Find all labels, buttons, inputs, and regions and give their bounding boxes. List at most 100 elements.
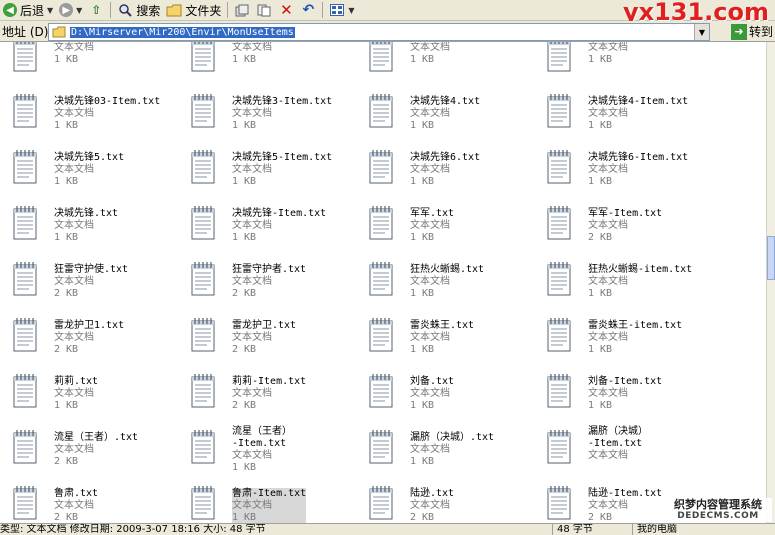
file-item[interactable]: 决城先锋4-Item.txt 文本文档 1 KB — [534, 88, 712, 140]
file-type: 文本文档 — [588, 108, 628, 119]
chevron-down-icon[interactable]: ▼ — [348, 6, 354, 15]
file-size: 1 KB — [232, 54, 257, 65]
file-item[interactable]: 刘备-Item.txt 文本文档 1 KB — [534, 368, 712, 420]
file-name: 雷炎蛛王-item.txt — [588, 320, 683, 331]
file-name: 决城先锋-Item.txt — [232, 208, 327, 219]
file-type: 文本文档 — [588, 500, 628, 511]
file-item[interactable]: 军军-Item.txt 文本文档 2 KB — [534, 200, 712, 252]
file-label: 流星（王者）.txt 文本文档 2 KB — [54, 432, 138, 468]
search-button[interactable]: 搜索 — [114, 1, 163, 19]
folders-button[interactable]: 文件夹 — [163, 1, 224, 19]
text-document-icon — [546, 372, 572, 408]
file-item[interactable]: 狂雷守护使.txt 文本文档 2 KB — [0, 256, 178, 308]
file-item[interactable]: 鲁肃.txt 文本文档 2 KB — [0, 480, 178, 523]
vertical-scrollbar[interactable] — [766, 42, 775, 523]
file-label: 漏脐（决城） -Item.txt 文本文档 — [588, 426, 648, 462]
file-item[interactable]: 雷龙护卫1.txt 文本文档 2 KB — [0, 312, 178, 364]
text-document-icon — [190, 260, 216, 296]
file-item[interactable]: 决城先锋.txt 文本文档 1 KB — [0, 200, 178, 252]
file-item[interactable]: 流星（王者）.txt 文本文档 2 KB — [0, 424, 178, 476]
text-document-icon — [368, 204, 394, 240]
go-button[interactable]: ➜ 转到 — [731, 23, 773, 40]
file-item[interactable]: 狂雷守护者.txt 文本文档 2 KB — [178, 256, 356, 308]
text-document-icon — [368, 92, 394, 128]
file-item[interactable]: 决城先锋4.txt 文本文档 1 KB — [356, 88, 534, 140]
file-item[interactable]: 莉莉.txt 文本文档 1 KB — [0, 368, 178, 420]
file-name: 莉莉.txt — [54, 376, 99, 387]
file-label: 莉莉-Item.txt 文本文档 2 KB — [232, 376, 306, 412]
file-item[interactable]: 决城先锋03-Item.txt 文本文档 1 KB — [0, 88, 178, 140]
status-bar: 类型: 文本文档 修改日期: 2009-3-07 18:16 大小: 48 字节… — [0, 523, 775, 535]
text-document-icon — [368, 42, 394, 72]
file-item[interactable]: 漏脐（决城）.txt 文本文档 1 KB — [356, 424, 534, 476]
back-button[interactable]: ◀ 后退 ▼ — [0, 1, 56, 19]
file-type: 文本文档 — [588, 388, 628, 399]
toolbar-divider — [227, 2, 229, 18]
file-label: 文本文档 1 KB — [54, 42, 94, 66]
file-size: 1 KB — [588, 54, 613, 65]
file-item[interactable]: 文本文档 1 KB — [178, 42, 356, 84]
file-item[interactable]: 决城先锋6.txt 文本文档 1 KB — [356, 144, 534, 196]
file-item[interactable]: 漏脐（决城） -Item.txt 文本文档 — [534, 424, 712, 476]
file-item[interactable]: 刘备.txt 文本文档 1 KB — [356, 368, 534, 420]
chevron-down-icon[interactable]: ▼ — [76, 6, 82, 15]
address-label: 地址 (D) — [2, 24, 49, 39]
file-size: 1 KB — [588, 288, 613, 299]
chevron-down-icon[interactable]: ▼ — [47, 6, 53, 15]
file-item[interactable]: 文本文档 1 KB — [534, 42, 712, 84]
file-type: 文本文档 — [410, 444, 450, 455]
file-size: 1 KB — [232, 512, 257, 523]
file-size: 2 KB — [232, 288, 257, 299]
file-type: 文本文档 — [54, 42, 94, 53]
file-name: 鲁肃.txt — [54, 488, 99, 499]
file-type: 文本文档 — [54, 164, 94, 175]
file-type: 文本文档 — [54, 276, 94, 287]
copy-to-button[interactable] — [253, 1, 275, 19]
file-item[interactable]: 流星（王者） -Item.txt 文本文档 1 KB — [178, 424, 356, 476]
file-size: 2 KB — [588, 512, 613, 523]
address-bar: 地址 (D) D:\Mirserver\Mir200\Envir\MonUseI… — [0, 21, 775, 42]
views-button[interactable]: ▼ — [326, 1, 357, 19]
file-size: 1 KB — [588, 344, 613, 355]
file-label: 决城先锋4.txt 文本文档 1 KB — [410, 96, 480, 132]
file-item[interactable]: 军军.txt 文本文档 1 KB — [356, 200, 534, 252]
file-item[interactable]: 决城先锋3-Item.txt 文本文档 1 KB — [178, 88, 356, 140]
address-input[interactable]: D:\Mirserver\Mir200\Envir\MonUseItems ▼ — [48, 23, 710, 41]
move-to-button[interactable] — [231, 1, 253, 19]
file-size: 1 KB — [410, 400, 435, 411]
undo-button[interactable]: ↶ — [297, 1, 319, 19]
scrollbar-thumb[interactable] — [767, 236, 775, 280]
up-folder-button[interactable]: ⇧ — [85, 1, 107, 19]
file-item[interactable]: 陆逊.txt 文本文档 2 KB — [356, 480, 534, 523]
folder-icon — [166, 3, 182, 17]
file-size: 1 KB — [54, 54, 79, 65]
file-item[interactable]: 文本文档 1 KB — [356, 42, 534, 84]
file-size: 1 KB — [54, 120, 79, 131]
forward-button[interactable]: ▶ ▼ — [56, 1, 85, 19]
file-label: 莉莉.txt 文本文档 1 KB — [54, 376, 98, 412]
file-item[interactable]: 雷龙护卫.txt 文本文档 2 KB — [178, 312, 356, 364]
text-document-icon — [12, 484, 38, 520]
file-size: 1 KB — [232, 120, 257, 131]
file-item[interactable]: 雷炎蛛王-item.txt 文本文档 1 KB — [534, 312, 712, 364]
cms-watermark: 织梦内容管理系统 DEDECMS.COM — [664, 498, 772, 522]
file-item[interactable]: 狂热火蜥蜴-item.txt 文本文档 1 KB — [534, 256, 712, 308]
delete-button[interactable]: ✕ — [275, 1, 297, 19]
file-size: 1 KB — [410, 54, 435, 65]
file-name: 雷炎蛛王.txt — [410, 320, 475, 331]
file-label: 决城先锋6.txt 文本文档 1 KB — [410, 152, 480, 188]
file-item[interactable]: 鲁肃-Item.txt 文本文档 1 KB — [178, 480, 356, 523]
file-size: 2 KB — [232, 400, 257, 411]
file-item[interactable]: 文本文档 1 KB — [0, 42, 178, 84]
back-arrow-icon: ◀ — [3, 3, 17, 17]
file-item[interactable]: 狂热火蜥蜴.txt 文本文档 1 KB — [356, 256, 534, 308]
file-item[interactable]: 决城先锋-Item.txt 文本文档 1 KB — [178, 200, 356, 252]
text-document-icon — [190, 148, 216, 184]
file-item[interactable]: 决城先锋5.txt 文本文档 1 KB — [0, 144, 178, 196]
file-item[interactable]: 莉莉-Item.txt 文本文档 2 KB — [178, 368, 356, 420]
file-item[interactable]: 雷炎蛛王.txt 文本文档 1 KB — [356, 312, 534, 364]
file-item[interactable]: 决城先锋5-Item.txt 文本文档 1 KB — [178, 144, 356, 196]
file-item[interactable]: 决城先锋6-Item.txt 文本文档 1 KB — [534, 144, 712, 196]
cms-watermark-title: 织梦内容管理系统 — [674, 498, 762, 511]
chevron-down-icon[interactable]: ▼ — [694, 24, 709, 40]
